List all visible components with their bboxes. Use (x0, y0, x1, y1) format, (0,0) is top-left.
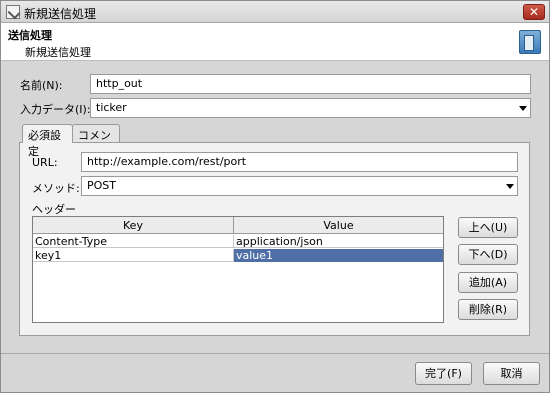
title-bar[interactable]: 新規送信処理 ✕ (1, 1, 549, 23)
close-button[interactable]: ✕ (523, 4, 545, 20)
column-header-value[interactable]: Value (234, 217, 443, 234)
tab-comment[interactable]: コメント (72, 124, 120, 158)
header-section-label: ヘッダー (32, 203, 76, 216)
method-value: POST (87, 179, 116, 192)
table-cell-value-selected[interactable]: value1 (234, 249, 443, 262)
add-button[interactable]: 追加(A) (458, 272, 518, 293)
dialog-window: 新規送信処理 ✕ 送信処理 新規送信処理 名前(N): http_out 入力デ… (0, 0, 550, 393)
document-icon (519, 30, 541, 54)
dialog-header: 送信処理 新規送信処理 (1, 23, 549, 61)
table-row[interactable]: key1 value1 (33, 249, 443, 262)
table-cell-value[interactable]: application/json (234, 235, 443, 248)
input-data-select[interactable]: ticker (90, 98, 531, 118)
method-select[interactable]: POST (81, 176, 518, 196)
header-title: 送信処理 (8, 29, 52, 42)
input-data-label: 入力データ(I): (20, 103, 91, 116)
app-icon (6, 5, 20, 19)
name-input[interactable]: http_out (90, 74, 531, 94)
delete-button[interactable]: 削除(R) (458, 299, 518, 320)
move-down-button[interactable]: 下へ(D) (458, 244, 518, 265)
table-row[interactable]: Content-Type application/json (33, 235, 443, 248)
finish-button[interactable]: 完了(F) (415, 362, 472, 385)
name-label: 名前(N): (20, 79, 63, 92)
chevron-down-icon[interactable] (519, 106, 527, 111)
table-cell-key[interactable]: key1 (33, 249, 234, 262)
method-label: メソッド: (32, 182, 80, 195)
table-cell-key[interactable]: Content-Type (33, 235, 234, 248)
url-input[interactable]: http://example.com/rest/port (81, 152, 518, 172)
input-data-value: ticker (96, 101, 127, 114)
tab-required-settings[interactable]: 必須設定 (22, 124, 73, 158)
window-title: 新規送信処理 (24, 7, 97, 21)
headers-table: Key Value Content-Type application/json … (32, 216, 444, 323)
chevron-down-icon[interactable] (506, 184, 514, 189)
cancel-button[interactable]: 取消 (483, 362, 540, 385)
move-up-button[interactable]: 上へ(U) (458, 217, 518, 238)
header-subtitle: 新規送信処理 (25, 46, 91, 59)
footer-divider (1, 353, 549, 354)
table-header: Key Value (33, 217, 443, 234)
column-header-key[interactable]: Key (33, 217, 234, 234)
